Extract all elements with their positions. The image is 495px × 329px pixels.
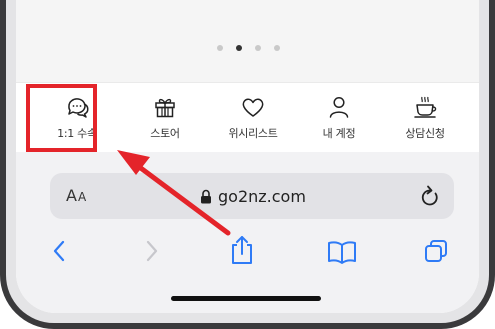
page-indicator [217,44,280,52]
page-dot[interactable] [274,45,280,51]
tab-wishlist[interactable]: 위시리스트 [210,83,296,153]
tab-store[interactable]: 스토어 [122,83,208,153]
address-bar[interactable]: AA go2nz.com [50,173,454,219]
bookmarks-icon[interactable] [326,237,358,265]
url-display[interactable]: go2nz.com [200,186,306,206]
phone-screen: 1:1 수속 스토어 위시리스트 내 계정 상담신청 AA go2nz.com [16,0,479,313]
url-text: go2nz.com [218,186,306,206]
tab-label: 내 계정 [322,127,356,140]
back-icon[interactable] [46,237,74,265]
tab-consult-request[interactable]: 상담신청 [382,83,468,153]
text-size-label-small: A [77,190,88,204]
share-icon[interactable] [228,234,256,266]
highlight-box [26,84,97,152]
web-content [16,0,479,82]
coffee-cup-icon [414,96,437,118]
tab-label: 상담신청 [405,127,445,140]
page-dot[interactable] [255,45,261,51]
reload-icon[interactable] [420,185,440,207]
tab-my-account[interactable]: 내 계정 [296,83,382,153]
safari-toolbar: AA go2nz.com [16,152,479,313]
page-dot[interactable] [217,45,223,51]
gift-icon [155,98,175,118]
heart-icon [242,98,264,117]
home-indicator[interactable] [171,296,321,301]
lock-icon [201,189,211,203]
page-dot-active[interactable] [236,45,242,51]
person-icon [329,96,349,118]
text-size-button[interactable]: AA [66,186,87,205]
tab-label: 위시리스트 [228,127,278,140]
tab-label: 스토어 [150,127,180,140]
forward-icon[interactable] [137,237,165,265]
tabs-icon[interactable] [422,237,450,265]
text-size-label: A [66,186,78,205]
